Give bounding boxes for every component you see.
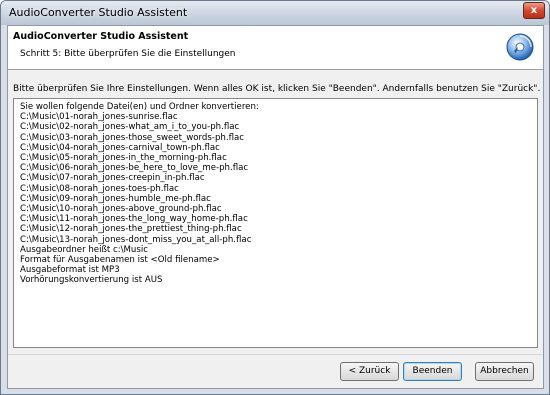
summary-line: C:\Music\02-norah_jones-what_am_i_to_you… bbox=[20, 122, 240, 133]
audioconverter-logo-icon bbox=[506, 33, 534, 61]
summary-line: C:\Music\09-norah_jones-humble_me-ph.fla… bbox=[20, 193, 211, 204]
summary-line: C:\Music\06-norah_jones-be_here_to_love_… bbox=[20, 163, 249, 174]
summary-line: C:\Music\12-norah_jones-the_prettiest_th… bbox=[20, 224, 242, 235]
summary-line: C:\Music\10-norah_jones-above_ground-ph.… bbox=[20, 204, 222, 215]
summary-line: C:\Music\04-norah_jones-carnival_town-ph… bbox=[20, 142, 220, 153]
summary-line: C:\Music\01-norah_jones-sunrise.flac bbox=[20, 112, 178, 123]
wizard-header: AudioConverter Studio Assistent Schritt … bbox=[8, 26, 543, 70]
settings-summary[interactable]: Sie wollen folgende Datei(en) und Ordner… bbox=[13, 98, 538, 348]
title-bar[interactable]: AudioConverter Studio Assistent x bbox=[1, 1, 549, 25]
summary-line: Ausgabeordner heißt c:\Music bbox=[20, 244, 148, 255]
summary-line: Vorhörungskonvertierung ist AUS bbox=[20, 275, 163, 286]
window-title: AudioConverter Studio Assistent bbox=[9, 6, 188, 19]
close-icon: x bbox=[530, 5, 538, 16]
back-button[interactable]: < Zurück bbox=[340, 362, 399, 381]
summary-line: C:\Music\08-norah_jones-toes-ph.flac bbox=[20, 183, 179, 194]
wizard-window: AudioConverter Studio Assistent x AudioC… bbox=[0, 0, 550, 395]
summary-line: C:\Music\05-norah_jones-in_the_morning-p… bbox=[20, 153, 227, 164]
header-title: AudioConverter Studio Assistent bbox=[13, 31, 189, 42]
summary-line: Ausgabeformat ist MP3 bbox=[20, 265, 120, 276]
summary-line: C:\Music\11-norah_jones-the_long_way_hom… bbox=[20, 214, 248, 225]
instruction-text: Bitte überprüfen Sie Ihre Einstellungen.… bbox=[13, 84, 541, 94]
summary-line: Sie wollen folgende Datei(en) und Ordner… bbox=[20, 102, 259, 112]
close-button[interactable]: x bbox=[523, 2, 545, 19]
summary-line: C:\Music\03-norah_jones-those_sweet_word… bbox=[20, 132, 244, 143]
summary-line: C:\Music\13-norah_jones-dont_miss_you_at… bbox=[20, 234, 252, 245]
step-subtitle: Schritt 5: Bitte überprüfen Sie die Eins… bbox=[20, 49, 236, 59]
footer-divider bbox=[8, 354, 543, 355]
cancel-button[interactable]: Abbrechen bbox=[475, 362, 534, 381]
summary-line: Format für Ausgabenamen ist <Old filenam… bbox=[20, 255, 220, 266]
wizard-client-area: AudioConverter Studio Assistent Schritt … bbox=[7, 25, 544, 389]
finish-button[interactable]: Beenden bbox=[403, 362, 462, 381]
summary-line: C:\Music\07-norah_jones-creepin_in-ph.fl… bbox=[20, 173, 205, 184]
